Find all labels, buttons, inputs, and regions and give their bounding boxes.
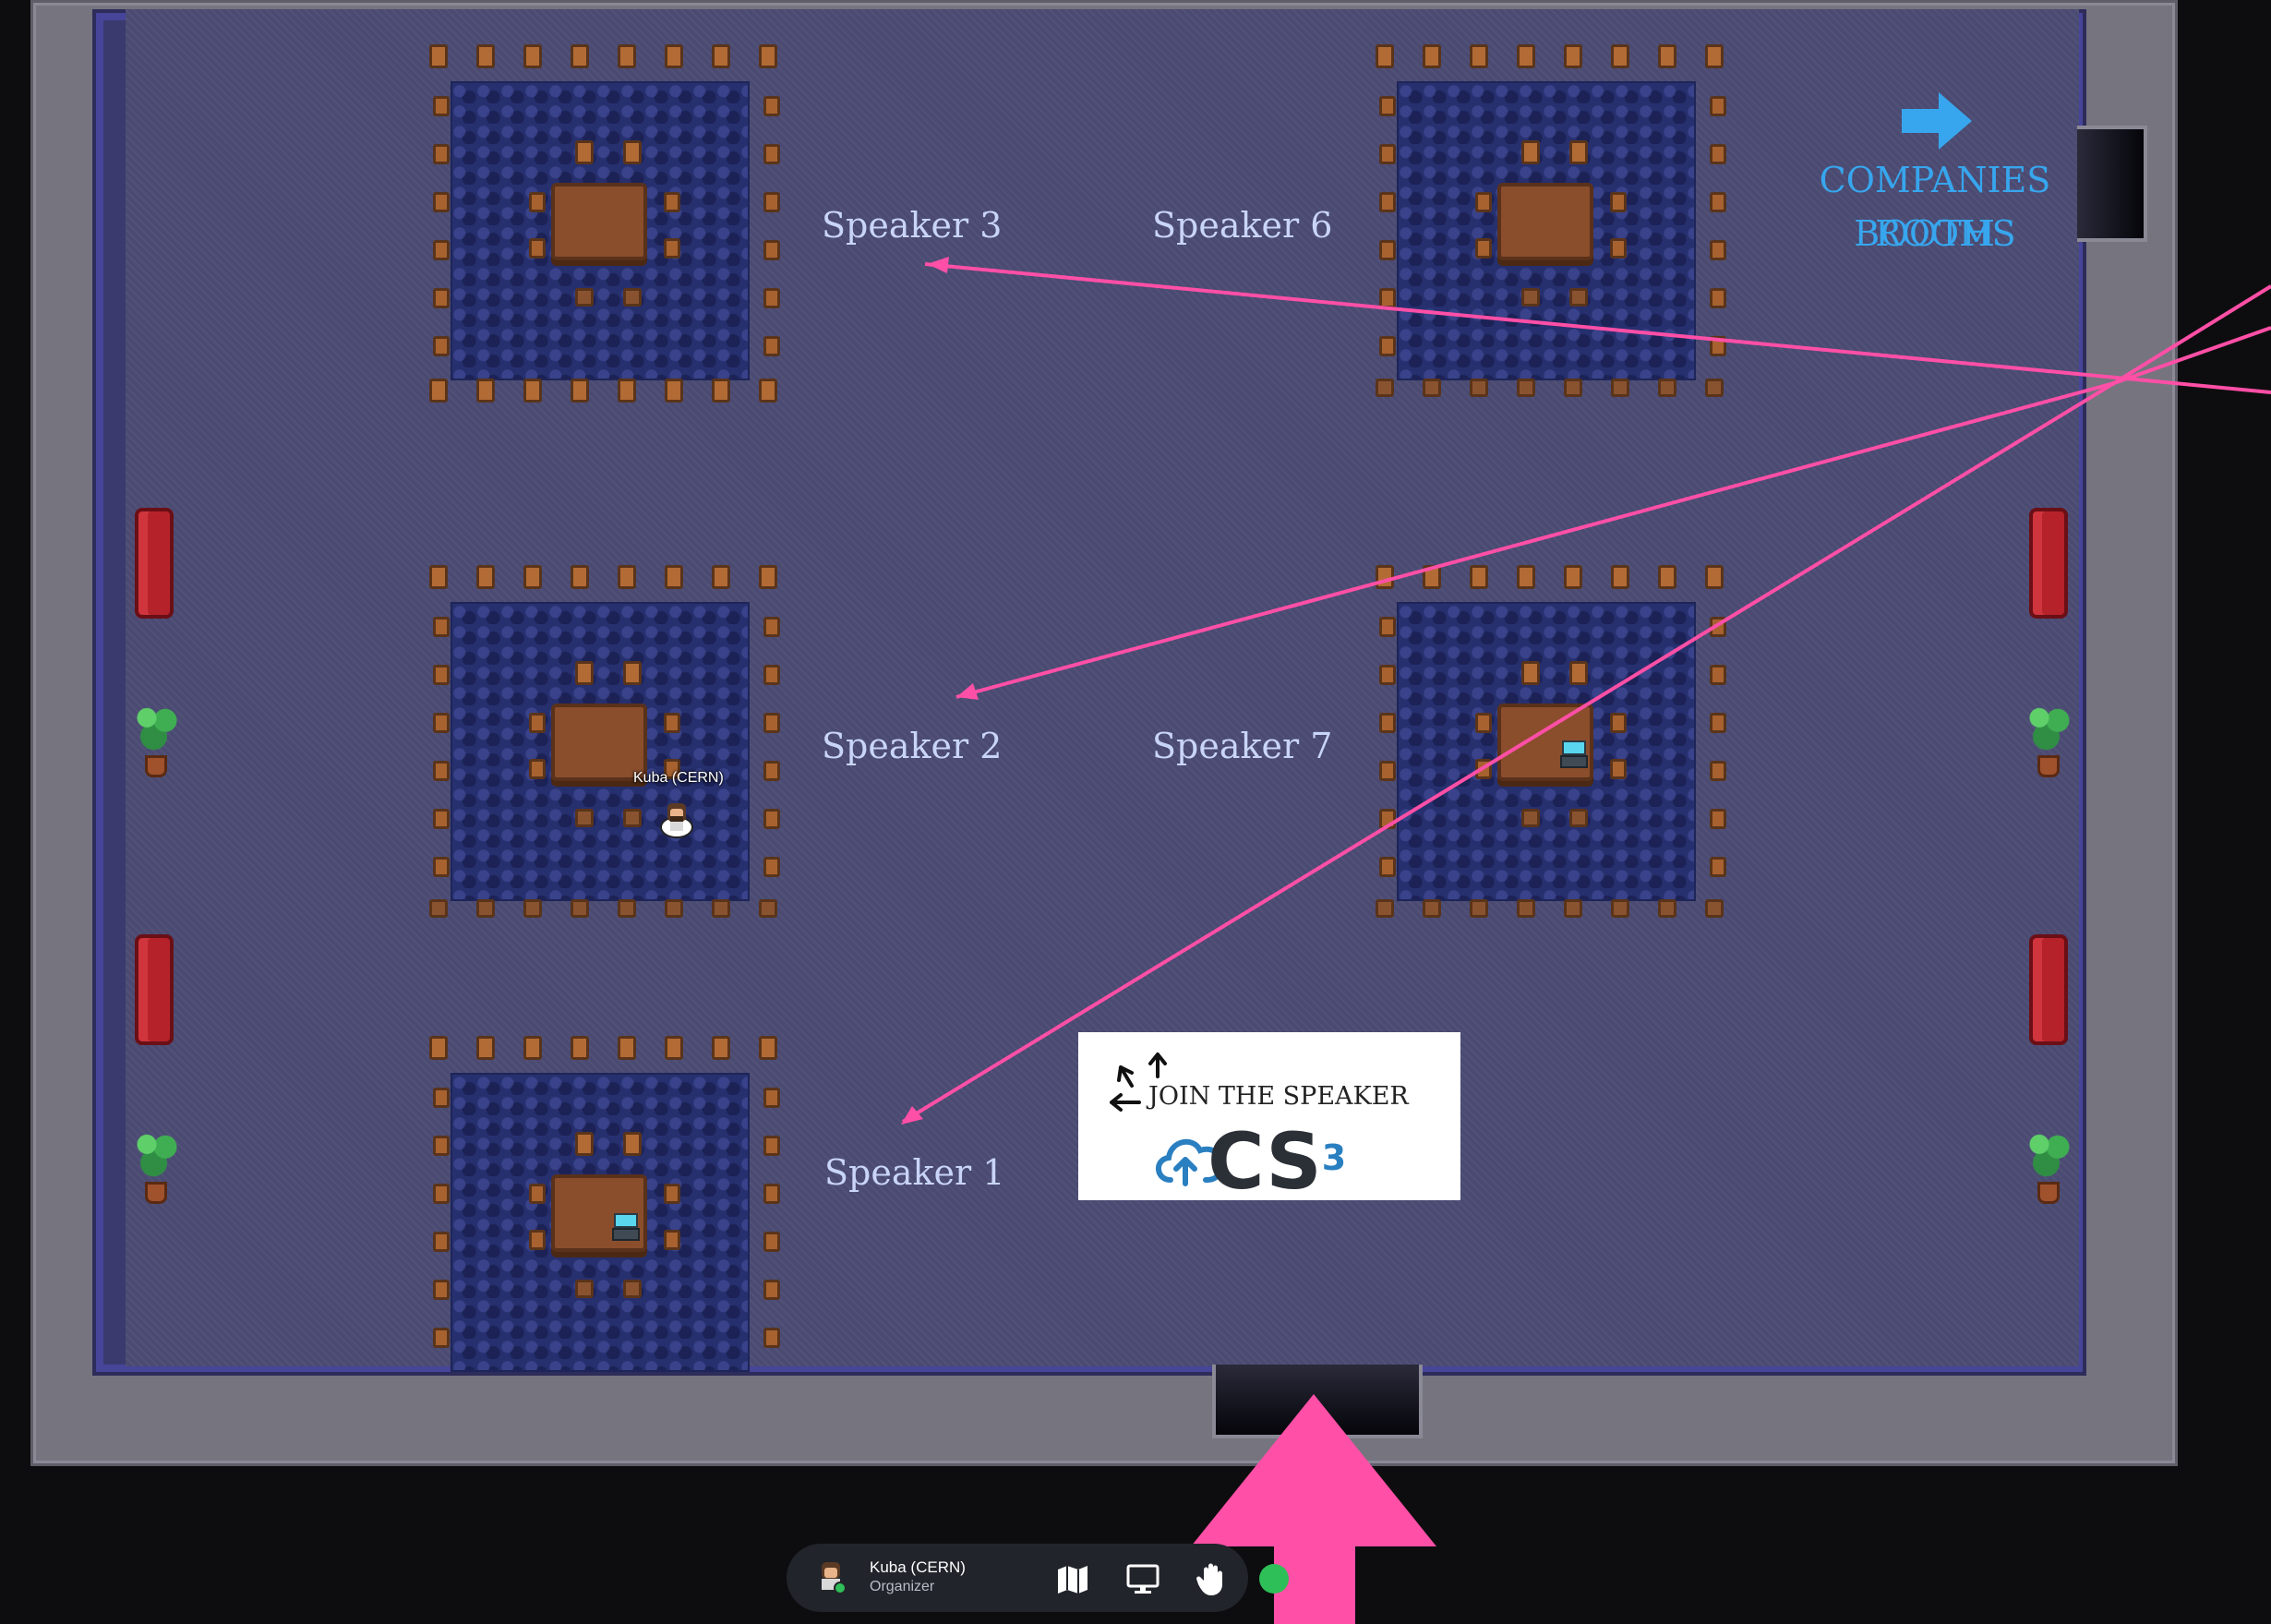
status-icon[interactable] <box>1256 1560 1292 1597</box>
screen-share-icon[interactable] <box>1124 1560 1161 1597</box>
toolbar-user-name: Kuba (CERN) <box>870 1558 966 1576</box>
raise-hand-icon[interactable] <box>1193 1560 1230 1597</box>
toolbar-user-role: Organizer <box>870 1579 935 1594</box>
map-icon[interactable] <box>1054 1560 1091 1597</box>
bottom-toolbar: Kuba (CERN) Organizer <box>787 1544 1289 1612</box>
annotation-arrows <box>901 257 2271 1624</box>
avatar[interactable] <box>814 1560 847 1595</box>
